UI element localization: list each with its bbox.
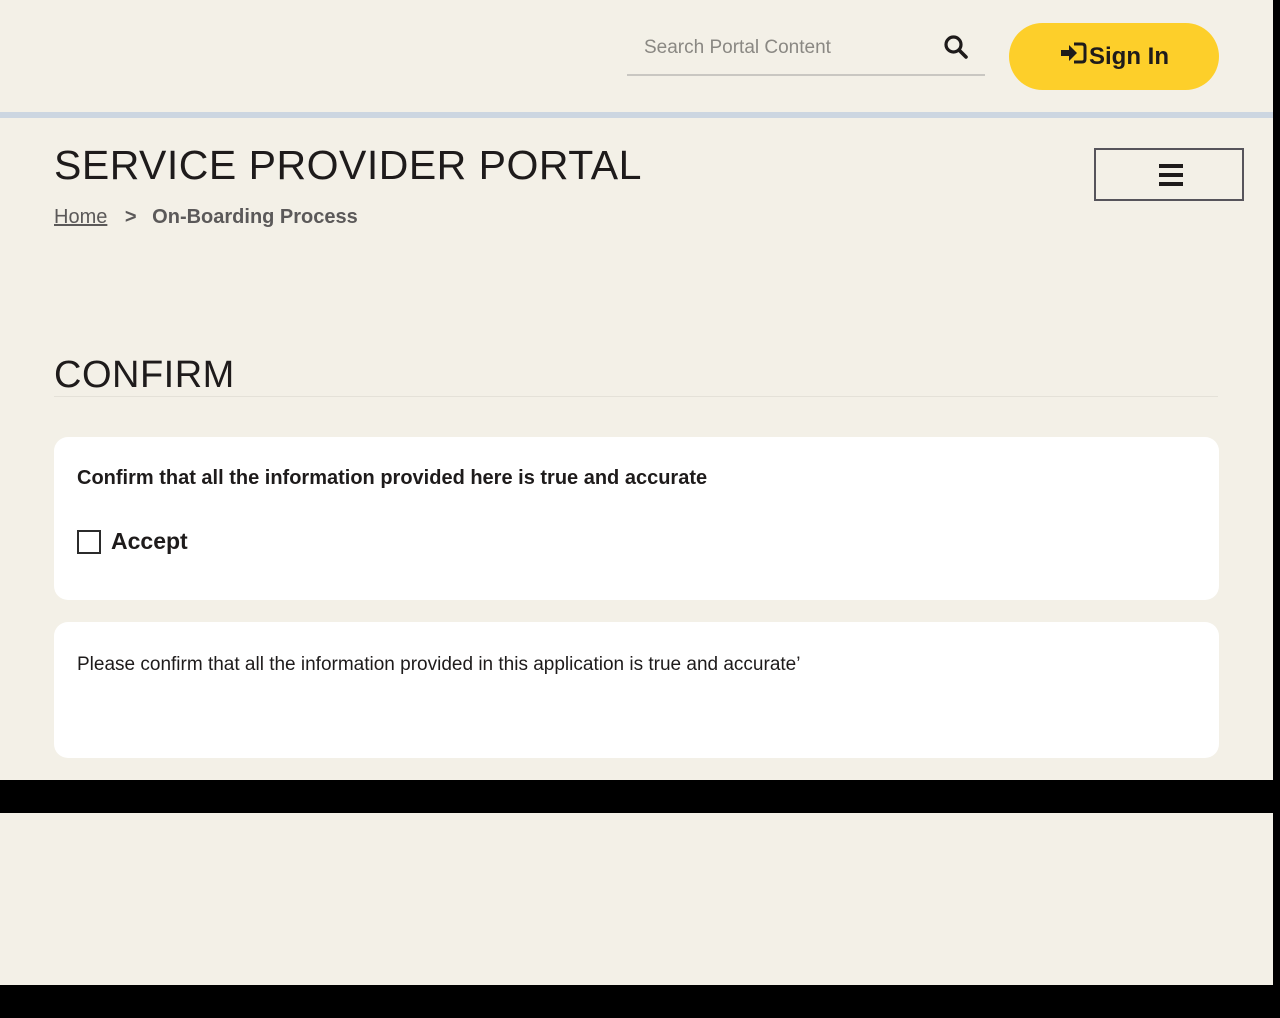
accept-label: Accept	[111, 528, 188, 554]
search-icon[interactable]	[943, 34, 973, 64]
breadcrumb-separator: >	[124, 206, 137, 228]
footer-area	[0, 813, 1273, 985]
info-text: Please confirm that all the information …	[77, 654, 801, 675]
section-divider	[54, 396, 1218, 397]
menu-button[interactable]	[1094, 148, 1244, 201]
header-divider	[0, 112, 1273, 118]
section-title: CONFIRM	[54, 354, 235, 396]
hamburger-icon	[1159, 164, 1183, 186]
accept-checkbox[interactable]	[77, 529, 101, 554]
accept-checkbox-row[interactable]: Accept	[77, 528, 188, 555]
page-background: Sign In SERVICE PROVIDER PORTAL Home > O…	[0, 0, 1273, 780]
portal-title: SERVICE PROVIDER PORTAL	[54, 142, 642, 188]
search-input[interactable]	[627, 24, 927, 72]
top-bar: Sign In	[0, 0, 1273, 112]
info-card: Please confirm that all the information …	[54, 622, 1219, 758]
breadcrumb-current: On-Boarding Process	[152, 206, 358, 228]
sign-in-button[interactable]: Sign In	[1009, 23, 1219, 90]
breadcrumb: Home > On-Boarding Process	[54, 206, 358, 229]
breadcrumb-home-link[interactable]: Home	[54, 206, 107, 228]
search-bar	[627, 24, 985, 76]
confirm-question: Confirm that all the information provide…	[77, 467, 708, 489]
sign-in-icon	[1059, 41, 1089, 72]
confirm-card: Confirm that all the information provide…	[54, 437, 1219, 600]
sign-in-label: Sign In	[1089, 42, 1169, 70]
